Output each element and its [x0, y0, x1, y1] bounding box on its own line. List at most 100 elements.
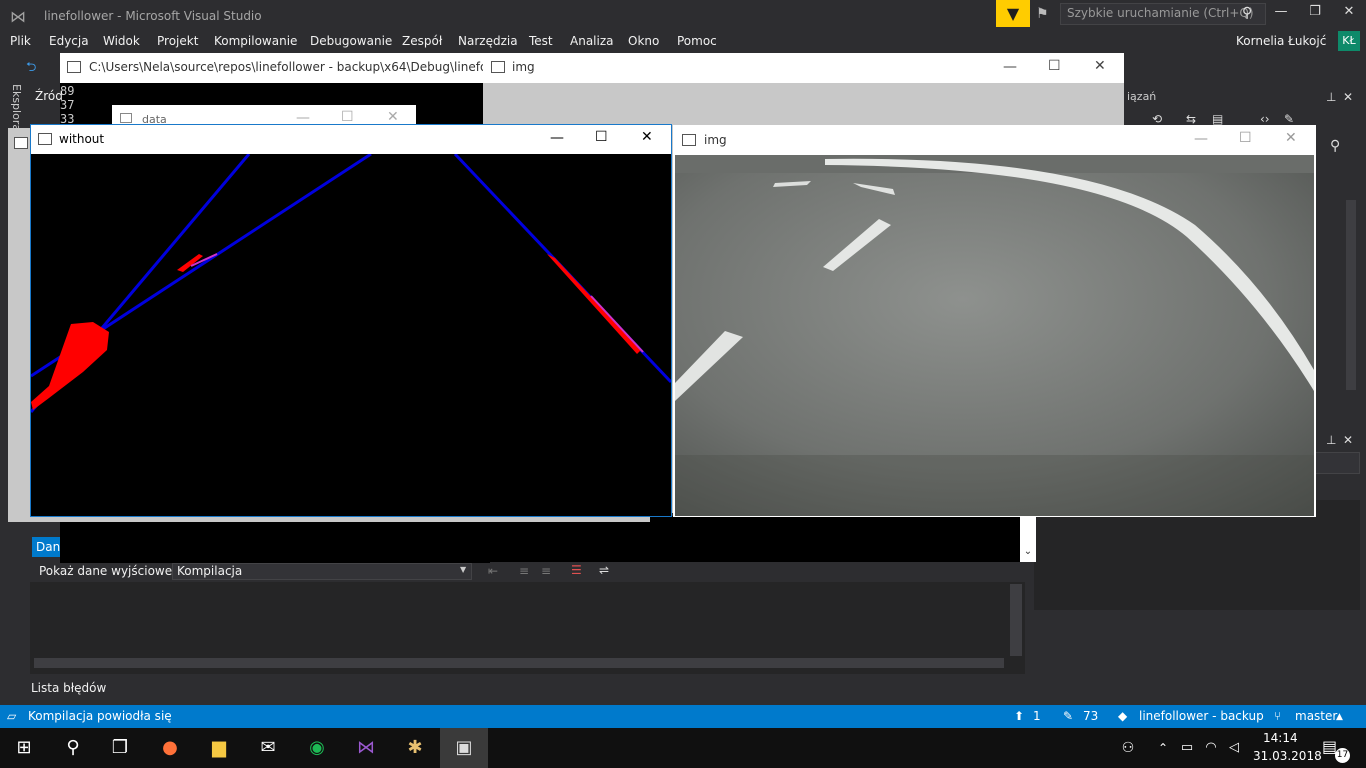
back-arrow-icon[interactable]: ⮌	[26, 58, 36, 80]
repo-name[interactable]: linefollower - backup	[1139, 709, 1264, 723]
console-bottom-area	[60, 516, 1036, 562]
visual-studio-icon[interactable]: ⋈	[354, 736, 378, 760]
output-source-select[interactable]: Kompilacja	[172, 563, 472, 580]
spotify-icon[interactable]: ◉	[305, 736, 329, 760]
paint-icon[interactable]: ✱	[403, 736, 427, 760]
window-app-icon	[682, 134, 696, 146]
right-scrollbar[interactable]	[1346, 200, 1356, 390]
minimize-button[interactable]: —	[550, 130, 564, 146]
volume-icon[interactable]: ◁	[1222, 736, 1246, 760]
source-tab[interactable]: Źród	[35, 89, 63, 103]
opencv-window-icon[interactable]: ▣	[452, 736, 476, 760]
menu-analiza[interactable]: Analiza	[570, 34, 614, 48]
wrench-icon[interactable]: ✎	[1284, 112, 1294, 126]
right-panel-title: iązań	[1127, 90, 1157, 103]
branch-name[interactable]: master	[1295, 709, 1337, 723]
close-icon[interactable]: ✕	[1343, 90, 1353, 104]
window-app-icon	[38, 133, 52, 145]
go-to-line-icon[interactable]: ⇤	[488, 564, 498, 578]
unpushed-count[interactable]: 1	[1033, 709, 1041, 723]
tab-output[interactable]: Dane	[32, 537, 68, 557]
next-message-icon[interactable]: ≡	[541, 564, 551, 578]
output-horizontal-scrollbar[interactable]	[34, 658, 1004, 668]
chevron-down-icon[interactable]: ⌄	[1020, 546, 1036, 562]
vs-window-title: linefollower - Microsoft Visual Studio	[44, 9, 262, 23]
clock-time[interactable]: 14:14	[1263, 731, 1298, 745]
console-scrollbar[interactable]	[1020, 516, 1036, 546]
menu-projekt[interactable]: Projekt	[157, 34, 198, 48]
clock-date[interactable]: 31.03.2018	[1253, 749, 1322, 763]
menu-plik[interactable]: Plik	[10, 34, 31, 48]
battery-icon[interactable]: ▭	[1175, 736, 1199, 760]
search-icon[interactable]: ⚲	[61, 736, 85, 760]
maximize-button[interactable]: ☐	[1239, 130, 1252, 146]
notifications-filter-icon[interactable]: ▼	[996, 0, 1030, 27]
prev-message-icon[interactable]: ≡	[519, 564, 529, 578]
repo-icon: ◆	[1118, 709, 1128, 723]
windows-start-icon[interactable]: ⊞	[12, 736, 36, 760]
solution-explorer-tab[interactable]: Eksplora	[10, 84, 23, 131]
img-front-title: img	[704, 133, 727, 147]
menu-widok[interactable]: Widok	[103, 34, 140, 48]
sync-icon[interactable]: ⇆	[1186, 112, 1196, 126]
pin-icon[interactable]: ⊥	[1326, 90, 1336, 104]
visual-studio-logo-icon: ⋈	[10, 7, 26, 26]
people-icon[interactable]: ⚇	[1116, 736, 1140, 760]
close-button[interactable]: ✕	[641, 129, 653, 145]
menu-edycja[interactable]: Edycja	[49, 34, 89, 48]
user-name[interactable]: Kornelia Łukojć	[1236, 34, 1326, 48]
task-view-icon[interactable]: ❐	[108, 736, 132, 760]
arrow-up-icon: ⬆	[1014, 709, 1025, 723]
word-wrap-icon[interactable]: ⇌	[599, 563, 609, 577]
status-message: Kompilacja powiodła się	[28, 709, 172, 723]
menu-okno[interactable]: Okno	[628, 34, 659, 48]
vs-close-button[interactable]: ✕	[1332, 4, 1366, 24]
menu-pomoc[interactable]: Pomoc	[677, 34, 717, 48]
close-button[interactable]: ✕	[1094, 58, 1106, 74]
search-icon[interactable]: ⚲	[1330, 138, 1340, 154]
chevron-down-icon[interactable]: ▼	[460, 565, 466, 574]
vs-minimize-button[interactable]: —	[1264, 4, 1298, 24]
window-app-icon	[14, 137, 28, 149]
window-app-icon	[120, 113, 132, 123]
maximize-button[interactable]: ☐	[1048, 58, 1061, 74]
console-title: C:\Users\Nela\source\repos\linefollower …	[89, 60, 524, 74]
line-detection-canvas	[31, 154, 671, 516]
maximize-button[interactable]: ☐	[341, 109, 354, 125]
vs-maximize-button[interactable]: ❐	[1298, 4, 1332, 24]
output-source-label: Pokaż dane wyjściowe z:	[39, 564, 187, 578]
menu-kompilowanie[interactable]: Kompilowanie	[214, 34, 297, 48]
firefox-icon[interactable]: ●	[158, 736, 182, 760]
menu-narzedzia[interactable]: Narzędzia	[458, 34, 518, 48]
mail-icon[interactable]: ✉	[256, 736, 280, 760]
menu-zespol[interactable]: Zespół	[402, 34, 442, 48]
without-window-title: without	[59, 132, 105, 146]
history-icon[interactable]: ⟲	[1152, 112, 1162, 126]
chevron-up-icon[interactable]: ▲	[1336, 712, 1343, 722]
pin-icon[interactable]: ⊥	[1326, 433, 1336, 447]
wifi-icon[interactable]: ◠	[1199, 736, 1223, 760]
img-back-titlebar[interactable]	[483, 53, 1124, 83]
maximize-button[interactable]: ☐	[595, 129, 608, 145]
feedback-icon[interactable]: ⚑	[1036, 6, 1049, 22]
chevron-up-icon[interactable]: ⌃	[1151, 736, 1175, 760]
console-app-icon	[67, 61, 81, 73]
changes-count[interactable]: 73	[1083, 709, 1098, 723]
close-button[interactable]: ✕	[387, 109, 399, 125]
minimize-button[interactable]: —	[1003, 59, 1017, 75]
clear-all-icon[interactable]: ☰	[571, 563, 582, 577]
minimize-button[interactable]: —	[1194, 131, 1208, 147]
without-titlebar[interactable]	[31, 125, 671, 154]
avatar[interactable]: KŁ	[1338, 31, 1360, 51]
quick-launch-input[interactable]: Szybkie uruchamianie (Ctrl+Q)	[1060, 3, 1266, 25]
close-icon[interactable]: ✕	[1343, 433, 1353, 447]
collapse-icon[interactable]: ▤	[1212, 112, 1223, 126]
code-icon[interactable]: ‹›	[1260, 112, 1270, 126]
file-explorer-icon[interactable]: ▆	[207, 736, 231, 760]
output-vertical-scrollbar[interactable]	[1010, 584, 1022, 656]
search-icon[interactable]: ⚲	[1242, 5, 1252, 21]
tab-error-list[interactable]: Lista błędów	[31, 681, 106, 695]
menu-test[interactable]: Test	[529, 34, 553, 48]
menu-debugowanie[interactable]: Debugowanie	[310, 34, 392, 48]
close-button[interactable]: ✕	[1285, 130, 1297, 146]
